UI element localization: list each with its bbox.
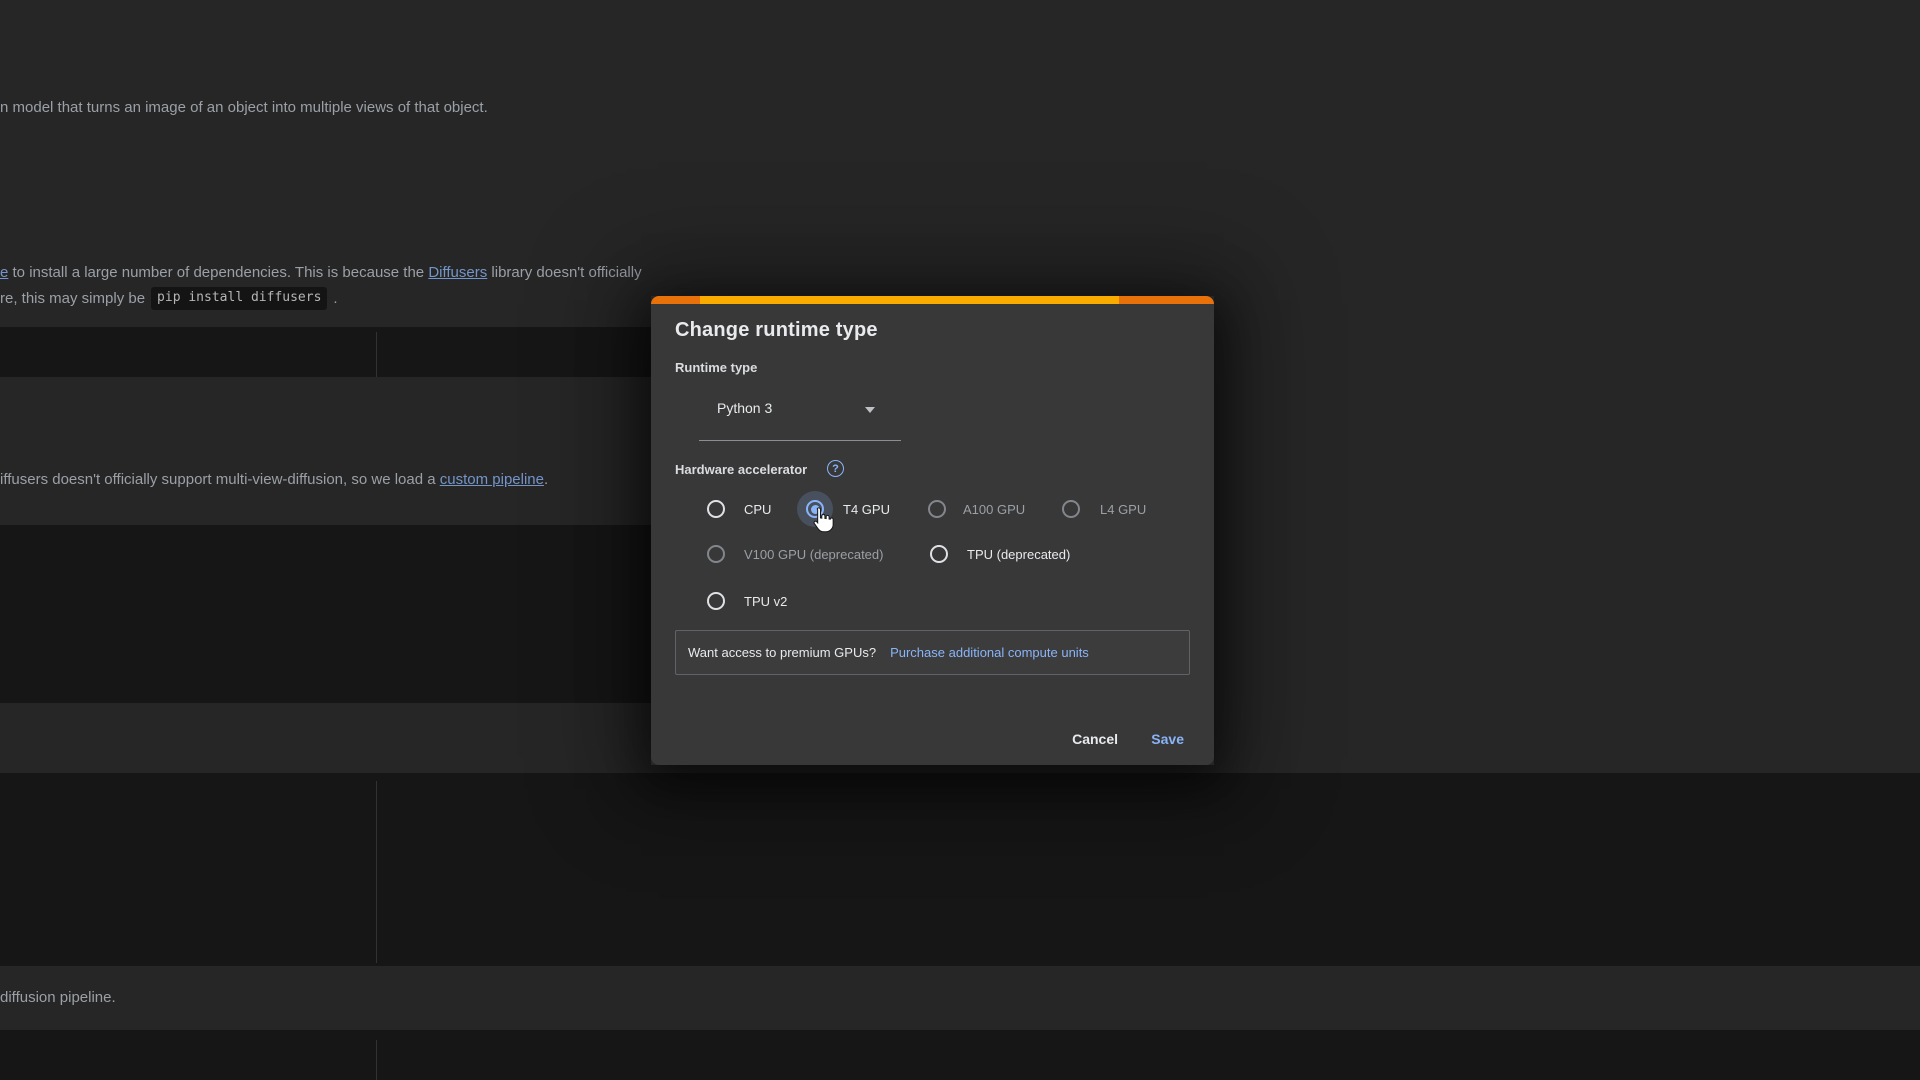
radio-label: TPU (deprecated) [967,547,1070,562]
notebook-paragraph: iffusers doesn't officially support mult… [0,471,548,489]
code-cell: Pipeline DiffusionPipeline.from_pretrain… [0,525,652,703]
inline-code-chip: pip install diffusers [151,287,327,310]
change-runtime-type-dialog: Change runtime type Runtime type Python … [651,296,1214,765]
runtime-type-label: Runtime type [675,360,757,375]
radio-label: L4 GPU [1100,502,1146,517]
cell-divider-line [376,1040,377,1080]
cancel-button[interactable]: Cancel [1072,726,1118,752]
radio-button[interactable] [1062,500,1080,518]
dialog-title: Change runtime type [675,319,878,342]
code-cell [0,1030,1920,1080]
notebook-paragraph: re, this may simply be pip install diffu… [0,287,338,310]
paragraph-text: to install a large number of dependencie… [8,264,428,281]
radio-option-tpu-deprecated[interactable]: TPU (deprecated) [930,545,1070,563]
custom-pipeline-link: custom pipeline [440,471,544,488]
paragraph-text: . [333,290,337,308]
code-cell: face.co/spaces/dylanebert/multi-view-dif… [0,327,652,377]
loading-bar [651,296,1214,304]
code-cell: e.co/datasets/dylanebert/3d-arena/resolv… [0,773,1920,966]
radio-button[interactable] [707,592,725,610]
radio-label: V100 GPU (deprecated) [744,547,883,562]
runtime-type-select[interactable]: Python 3 [699,392,901,426]
radio-option-a100-gpu[interactable]: A100 GPU [928,500,1025,518]
radio-button[interactable] [930,545,948,563]
paragraph-text: library doesn't officially [487,264,641,281]
loading-bar-segment [651,296,700,304]
help-icon[interactable]: ? [827,460,844,477]
notebook-paragraph: e to install a large number of dependenc… [0,264,642,282]
cell-divider-line [376,781,377,963]
paragraph-text: . [544,471,548,488]
paragraph-text: iffusers doesn't officially support mult… [0,471,440,488]
chevron-down-icon [865,407,875,413]
paragraph-text: re, this may simply be [0,290,145,308]
radio-option-l4-gpu[interactable]: L4 GPU [1062,500,1146,518]
radio-button[interactable] [707,500,725,518]
radio-label: TPU v2 [744,594,787,609]
runtime-type-value: Python 3 [717,400,772,416]
radio-option-cpu[interactable]: CPU [707,500,771,518]
hardware-accelerator-label: Hardware accelerator [675,462,807,477]
radio-option-tpu-v2[interactable]: TPU v2 [707,592,787,610]
radio-label: CPU [744,502,771,517]
radio-option-v100-gpu[interactable]: V100 GPU (deprecated) [707,545,883,563]
mouse-hand-cursor-icon [809,505,837,537]
radio-label: A100 GPU [963,502,1025,517]
loading-bar-segment [700,296,1119,304]
notebook-paragraph: diffusion pipeline. [0,989,116,1007]
premium-gpu-banner: Want access to premium GPUs? Purchase ad… [675,630,1190,675]
save-button[interactable]: Save [1151,726,1184,752]
loading-bar-segment [1119,296,1214,304]
radio-label: T4 GPU [843,502,890,517]
radio-button[interactable] [928,500,946,518]
notebook-paragraph: n model that turns an image of an object… [0,99,488,117]
premium-question: Want access to premium GPUs? [688,645,876,660]
diffusers-link: Diffusers [428,264,487,281]
purchase-compute-units-link[interactable]: Purchase additional compute units [890,645,1089,660]
radio-button[interactable] [707,545,725,563]
select-underline [699,440,901,441]
cell-divider-line [376,332,377,377]
